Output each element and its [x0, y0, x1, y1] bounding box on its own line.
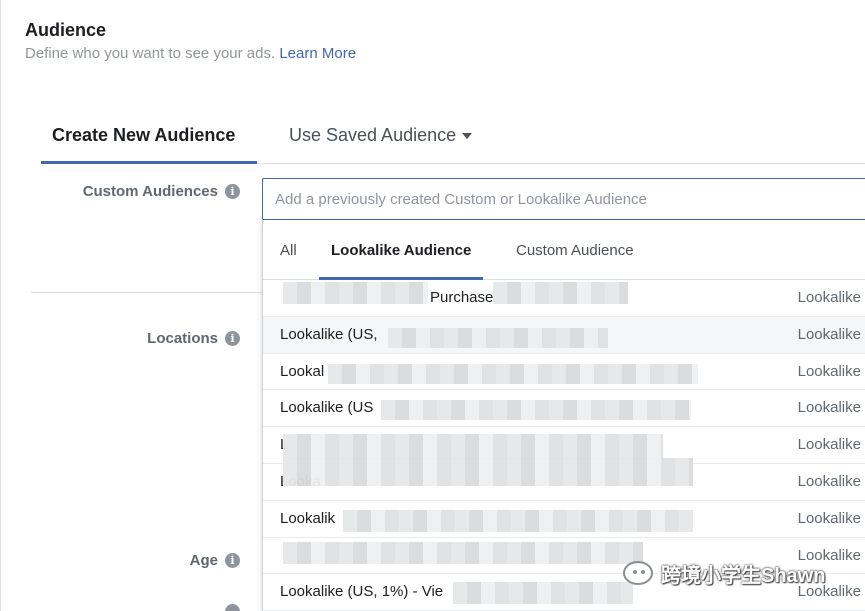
audience-type: Lookalike: [797, 436, 861, 454]
audience-type: Lookalike: [797, 325, 861, 343]
audience-type: Lookalike: [797, 362, 861, 380]
locations-text: Locations: [147, 330, 218, 347]
locations-label: Locations i: [147, 330, 240, 347]
info-icon[interactable]: [225, 604, 240, 611]
redaction-mosaic: [388, 328, 608, 348]
section-description: Define who you want to see your ads. Lea…: [25, 45, 356, 62]
redaction-mosaic: [283, 282, 428, 304]
watermark-text: 跨境小学生Shawn: [661, 564, 826, 587]
redaction-mosaic: [493, 282, 628, 304]
redaction-mosaic: [453, 582, 633, 604]
info-icon[interactable]: i: [225, 184, 240, 199]
audience-name: Lookalik: [280, 509, 336, 527]
redaction-mosaic: [283, 458, 693, 486]
dropdown-tab-lookalike[interactable]: Lookalike Audience: [319, 220, 484, 280]
redaction-mosaic: [283, 434, 663, 460]
redaction-mosaic: [381, 400, 691, 420]
info-icon[interactable]: i: [225, 553, 240, 568]
audience-tabs: Create New Audience Use Saved Audience: [41, 110, 865, 164]
audience-name: Lookalike (US, 1%) - Vie: [280, 583, 444, 601]
audience-name: Lookalike (US,: [280, 325, 378, 343]
caret-down-icon: [462, 133, 473, 140]
age-text: Age: [189, 552, 218, 569]
redaction-mosaic: [283, 542, 643, 564]
tab-create-new-audience[interactable]: Create New Audience: [41, 110, 257, 164]
audience-type: Lookalike: [797, 399, 861, 417]
dropdown-tab-all[interactable]: All: [280, 220, 297, 280]
wechat-icon: [623, 561, 653, 585]
audience-panel: Audience Define who you want to see your…: [0, 0, 865, 611]
dropdown-tabs: All Lookalike Audience Custom Audience: [263, 220, 865, 280]
audience-type: Lookalike: [797, 472, 861, 490]
tab-saved-label: Use Saved Audience: [289, 125, 457, 145]
redaction-mosaic: [343, 510, 693, 532]
custom-audiences-text: Custom Audiences: [82, 183, 218, 200]
age-label: Age i: [190, 552, 240, 569]
audience-dropdown: All Lookalike Audience Custom Audience P…: [262, 220, 865, 611]
audience-name: Lookalike (US: [280, 399, 374, 417]
watermark: 跨境小学生Shawn: [623, 558, 825, 588]
redaction-mosaic: [328, 364, 698, 384]
audience-name: Lookal: [280, 362, 325, 380]
audience-type: Lookalike: [797, 509, 861, 527]
audience-type: Lookalike: [797, 289, 861, 306]
custom-audiences-label: Custom Audiences i: [83, 183, 240, 200]
info-icon[interactable]: i: [225, 331, 240, 346]
description-text: Define who you want to see your ads.: [25, 45, 276, 62]
tab-use-saved-audience[interactable]: Use Saved Audience: [289, 110, 473, 164]
dropdown-tab-custom[interactable]: Custom Audience: [516, 220, 634, 280]
tab-create-label: Create New Audience: [52, 125, 236, 145]
learn-more-link[interactable]: Learn More: [279, 45, 356, 62]
audience-name: Purchase: [430, 289, 494, 306]
section-title: Audience: [25, 20, 107, 40]
custom-audience-search-input[interactable]: [262, 178, 865, 220]
divider: [31, 292, 263, 293]
